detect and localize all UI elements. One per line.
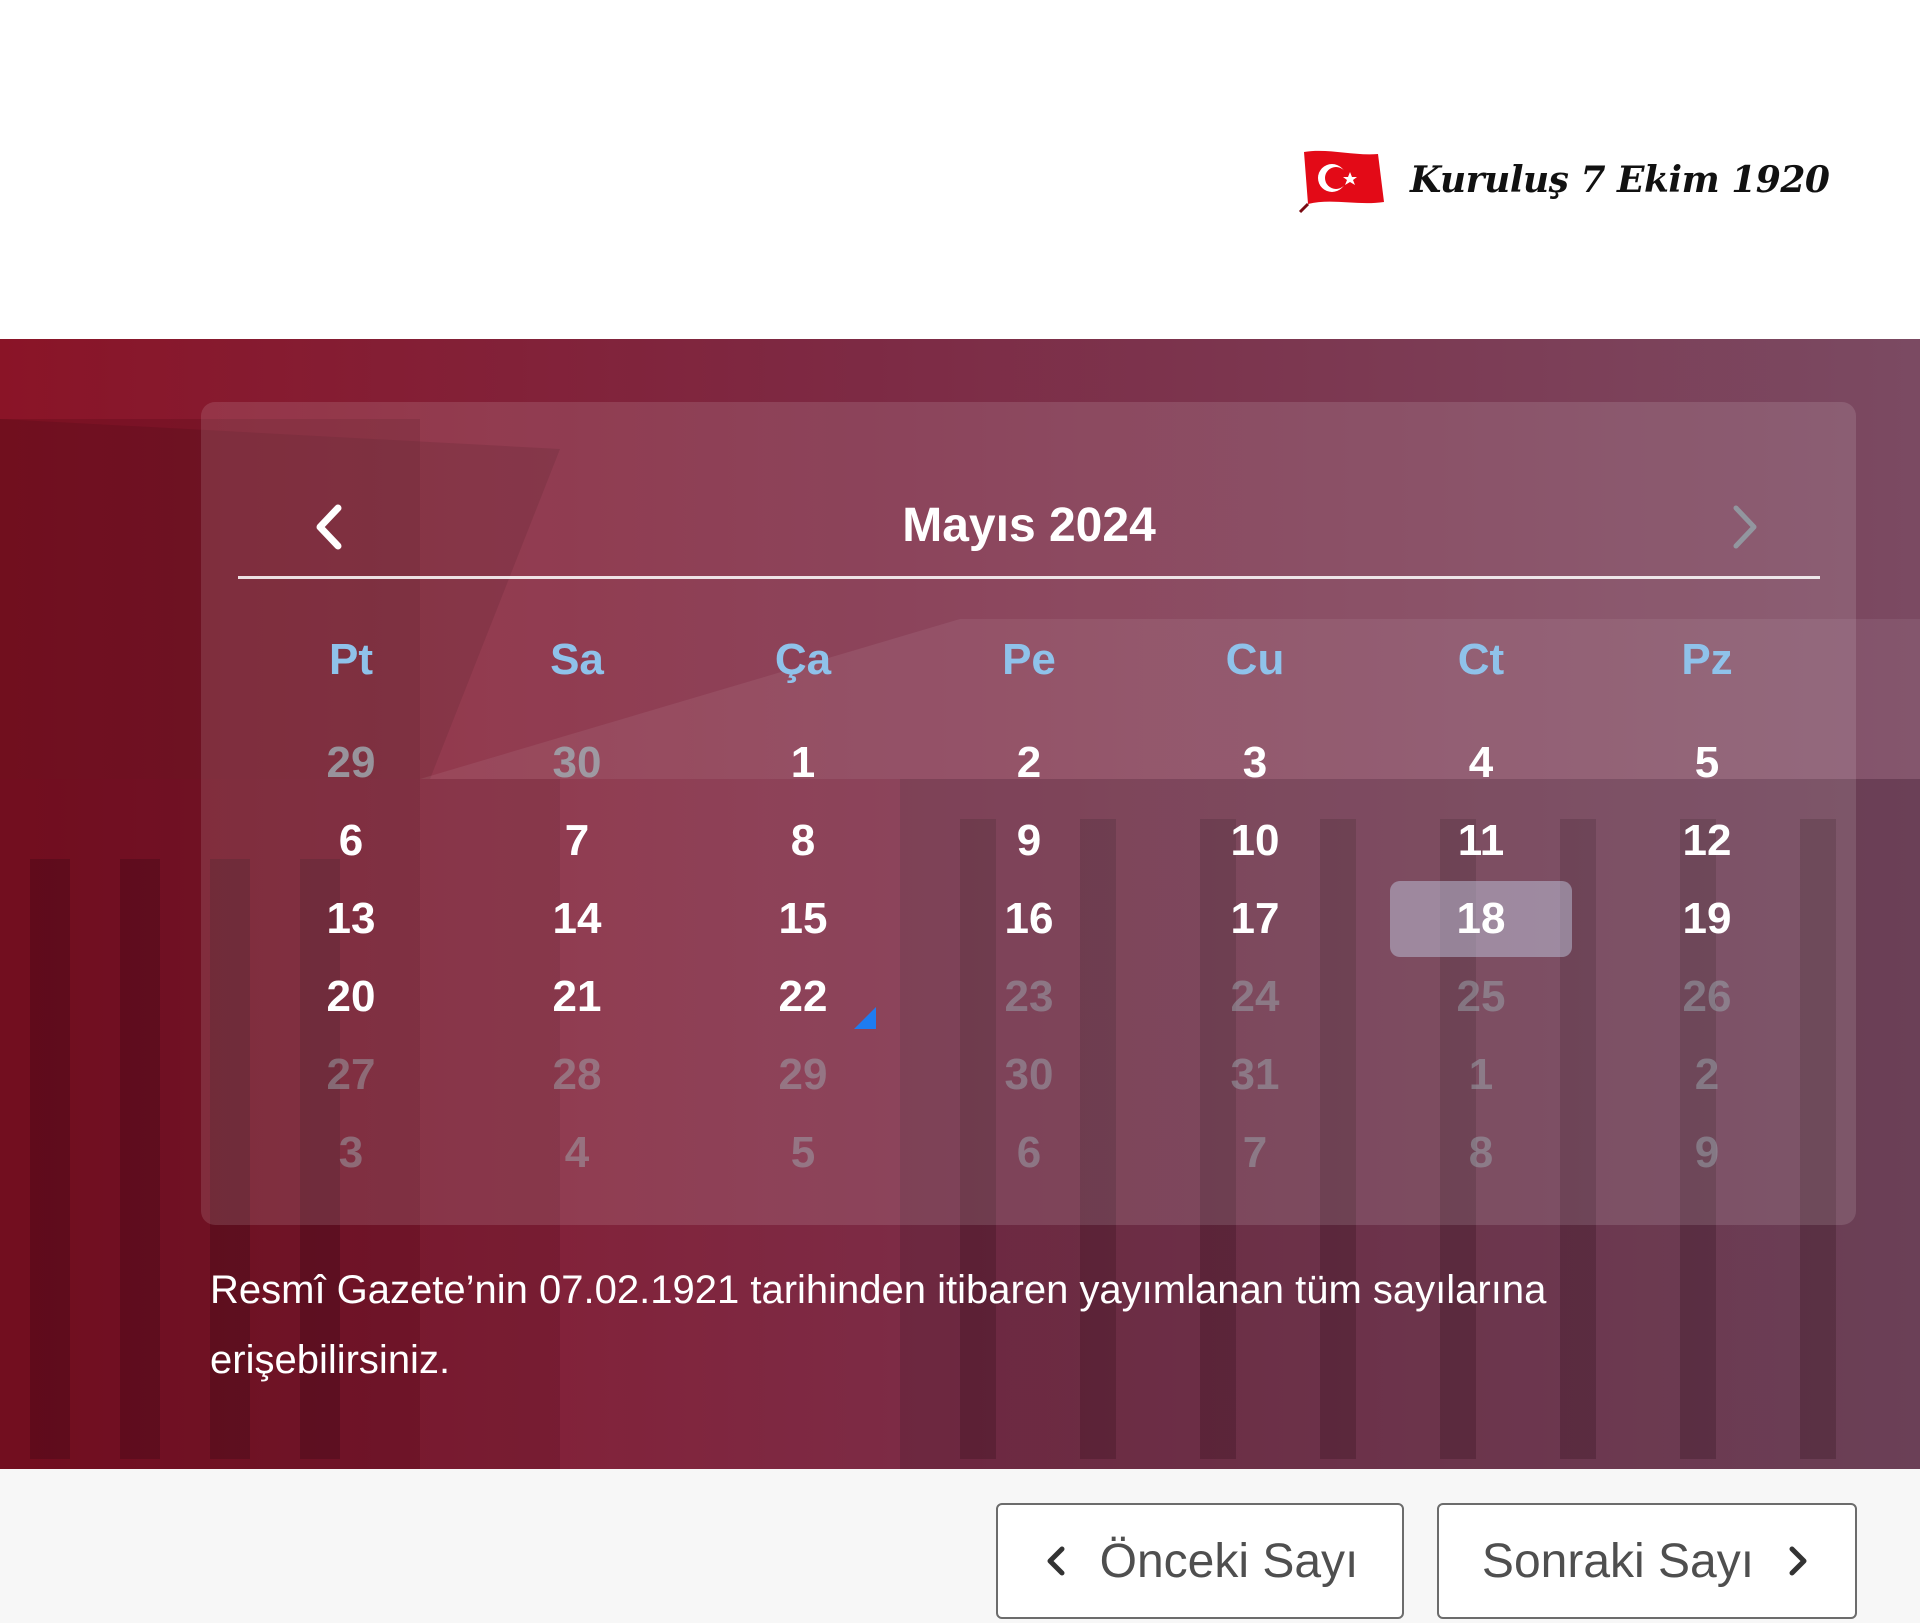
calendar-day[interactable]: 28: [486, 1037, 668, 1113]
calendar-day[interactable]: 5: [712, 1115, 894, 1191]
calendar-day[interactable]: 17: [1164, 881, 1346, 957]
calendar-day[interactable]: 6: [938, 1115, 1120, 1191]
calendar-week-row: 6 7 8 9 10 11 12: [238, 803, 1820, 879]
turkish-flag-icon: [1298, 150, 1384, 214]
calendar-day[interactable]: 29: [260, 725, 442, 801]
calendar-day[interactable]: 24: [1164, 959, 1346, 1035]
calendar-header: Mayıs 2024: [238, 480, 1820, 579]
weekday-label: Pt: [329, 635, 373, 684]
next-month-button[interactable]: [1710, 492, 1780, 562]
calendar-day[interactable]: 4: [486, 1115, 668, 1191]
archive-info-text: Resmî Gazete’nin 07.02.1921 tarihinden i…: [210, 1268, 1547, 1382]
calendar-week-row: 29 30 1 2 3 4 5: [238, 725, 1820, 801]
calendar-week-row: 27 28 29 30 31 1 2: [238, 1037, 1820, 1113]
calendar-day[interactable]: 8: [1390, 1115, 1572, 1191]
calendar-day[interactable]: 29: [712, 1037, 894, 1113]
calendar-day[interactable]: 30: [486, 725, 668, 801]
previous-issue-button[interactable]: Önceki Sayı: [996, 1503, 1404, 1619]
month-title: Mayıs 2024: [902, 499, 1156, 552]
founding-text: Kuruluş 7 Ekim 1920: [1410, 159, 1830, 201]
calendar-day[interactable]: 2: [938, 725, 1120, 801]
weekday-label: Ça: [774, 635, 832, 684]
calendar-day[interactable]: 19: [1616, 881, 1798, 957]
calendar-day[interactable]: 8: [712, 803, 894, 879]
calendar-day[interactable]: 27: [260, 1037, 442, 1113]
chevron-right-icon: [1733, 505, 1757, 549]
weekday-label: Sa: [550, 635, 604, 684]
weekday-label: Pz: [1681, 635, 1733, 684]
calendar-day[interactable]: 7: [486, 803, 668, 879]
calendar-day[interactable]: 3: [260, 1115, 442, 1191]
calendar-day[interactable]: 14: [486, 881, 668, 957]
chevron-left-icon: [1047, 1546, 1065, 1576]
calendar-day[interactable]: 2: [1616, 1037, 1798, 1113]
calendar-day[interactable]: 9: [938, 803, 1120, 879]
calendar-day[interactable]: 5: [1616, 725, 1798, 801]
calendar-day[interactable]: 12: [1616, 803, 1798, 879]
calendar-day[interactable]: 31: [1164, 1037, 1346, 1113]
calendar-day[interactable]: 23: [938, 959, 1120, 1035]
weekday-label: Ct: [1457, 635, 1505, 684]
weekday-label: Cu: [1225, 635, 1285, 684]
calendar-day[interactable]: 4: [1390, 725, 1572, 801]
calendar-day[interactable]: 13: [260, 881, 442, 957]
calendar-day[interactable]: 1: [1390, 1037, 1572, 1113]
founding-badge: Kuruluş 7 Ekim 1920: [1298, 146, 1830, 214]
next-issue-button[interactable]: Sonraki Sayı: [1437, 1503, 1857, 1619]
next-issue-label: Sonraki Sayı: [1481, 1534, 1755, 1588]
calendar-day[interactable]: 20: [260, 959, 442, 1035]
calendar-day[interactable]: 6: [260, 803, 442, 879]
previous-issue-label: Önceki Sayı: [1099, 1534, 1359, 1588]
calendar-day[interactable]: 22: [712, 959, 894, 1035]
calendar-day[interactable]: 16: [938, 881, 1120, 957]
calendar-week-row: 20 21 22 23 24 25 26: [238, 959, 1820, 1035]
weekday-label: Pe: [1002, 635, 1056, 684]
calendar-day[interactable]: 25: [1390, 959, 1572, 1035]
calendar-day-selected[interactable]: 18: [1390, 881, 1572, 957]
calendar-day[interactable]: 1: [712, 725, 894, 801]
calendar-week-row: 13 14 15 16 17 18 19: [238, 881, 1820, 957]
today-marker: [854, 1007, 876, 1029]
calendar-day[interactable]: 26: [1616, 959, 1798, 1035]
calendar-day[interactable]: 11: [1390, 803, 1572, 879]
chevron-right-icon: [1789, 1546, 1807, 1576]
calendar-day[interactable]: 15: [712, 881, 894, 957]
calendar-day[interactable]: 3: [1164, 725, 1346, 801]
calendar-day[interactable]: 21: [486, 959, 668, 1035]
calendar-day[interactable]: 30: [938, 1037, 1120, 1113]
calendar-day[interactable]: 9: [1616, 1115, 1798, 1191]
calendar-day[interactable]: 7: [1164, 1115, 1346, 1191]
calendar-day[interactable]: 10: [1164, 803, 1346, 879]
calendar-week-row: 3456789: [238, 1115, 1820, 1191]
weekday-row: Pt Sa Ça Pe Cu Ct Pz: [238, 635, 1820, 685]
site-header: Kuruluş 7 Ekim 1920: [0, 0, 1920, 339]
